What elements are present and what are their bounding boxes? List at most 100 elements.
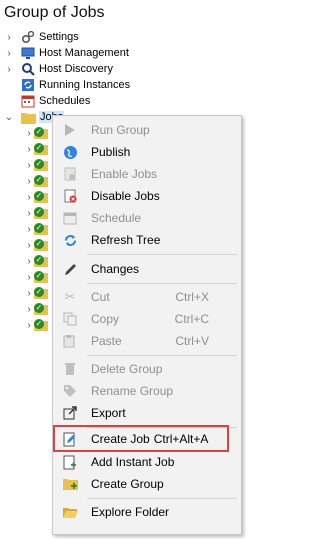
menu-item-label: Cut [91, 290, 110, 304]
chevron-right-icon[interactable]: › [24, 125, 34, 141]
menu-separator [87, 355, 237, 356]
job-folder-icon: ✓ [34, 287, 50, 299]
trash-icon [61, 360, 79, 378]
job-folder-icon: ✓ [34, 143, 50, 155]
calendar-icon [20, 93, 36, 109]
chevron-right-icon[interactable]: › [4, 61, 14, 77]
menu-item-label: Refresh Tree [91, 233, 161, 247]
job-row[interactable]: › ✓ [0, 253, 50, 269]
menu-item-run-group[interactable]: Run Group [53, 120, 241, 140]
magnifier-icon [20, 61, 36, 77]
chevron-right-icon[interactable]: › [24, 157, 34, 173]
job-row[interactable]: › ✓ [0, 269, 50, 285]
menu-item-explore-folder[interactable]: Explore Folder [53, 502, 241, 522]
job-folder-icon: ✓ [34, 319, 50, 331]
chevron-right-icon[interactable]: › [24, 317, 34, 333]
create-job-icon [61, 430, 79, 448]
chevron-right-icon[interactable]: › [24, 141, 34, 157]
menu-separator [87, 254, 237, 255]
menu-item-publish[interactable]: Publish [53, 142, 241, 162]
menu-item-create-job[interactable]: Create Job Ctrl+Alt+A [53, 429, 241, 449]
monitor-icon [20, 45, 36, 61]
menu-item-label: Enable Jobs [91, 167, 158, 181]
tree-item-label: Running Instances [39, 79, 131, 91]
menu-item-label: Explore Folder [91, 505, 170, 519]
menu-item-label: Paste [91, 334, 122, 348]
menu-item-cut[interactable]: ✂ Cut Ctrl+X [53, 287, 241, 307]
menu-item-export[interactable]: Export [53, 403, 241, 423]
chevron-right-icon[interactable]: › [24, 173, 34, 189]
job-row[interactable]: › ✓ [0, 285, 50, 301]
tree-item-settings[interactable]: › Settings [0, 29, 79, 45]
chevron-down-icon[interactable]: ⌄ [4, 109, 14, 125]
chevron-right-icon[interactable]: › [24, 285, 34, 301]
job-row[interactable]: › ✓ [0, 157, 50, 173]
job-row[interactable]: › ✓ [0, 205, 50, 221]
job-row[interactable]: › ✓ [0, 189, 50, 205]
menu-item-label: Export [91, 406, 126, 420]
menu-item-shortcut: Ctrl+C [174, 312, 209, 326]
menu-item-shortcut: Ctrl+X [175, 290, 209, 304]
copy-icon [61, 310, 79, 328]
menu-item-paste[interactable]: Paste Ctrl+V [53, 331, 241, 351]
chevron-right-icon[interactable]: › [24, 189, 34, 205]
refresh-icon [20, 77, 36, 93]
menu-separator [87, 498, 237, 499]
menu-item-label: Rename Group [91, 384, 174, 398]
job-folder-icon: ✓ [34, 127, 50, 139]
job-row[interactable]: › ✓ [0, 221, 50, 237]
chevron-right-icon[interactable]: › [24, 205, 34, 221]
tree-item-schedules[interactable]: Schedules [0, 93, 90, 109]
tree-item-label: Host Management [39, 47, 129, 59]
menu-item-label: Create Job [91, 432, 150, 446]
menu-separator [87, 283, 237, 284]
job-folder-icon: ✓ [34, 303, 50, 315]
job-row[interactable]: › ✓ [0, 237, 50, 253]
menu-item-copy[interactable]: Copy Ctrl+C [53, 309, 241, 329]
menu-item-rename-group[interactable]: Rename Group [53, 381, 241, 401]
tree-item-label: Settings [39, 31, 79, 43]
folder-open-icon [61, 503, 79, 521]
pencil-icon [61, 260, 79, 278]
play-icon [61, 121, 79, 139]
menu-item-refresh-tree[interactable]: Refresh Tree [53, 230, 241, 250]
menu-item-add-instant-job[interactable]: Add Instant Job [53, 452, 241, 472]
menu-item-create-group[interactable]: Create Group [53, 474, 241, 494]
tree-item-host-discovery[interactable]: › Host Discovery [0, 61, 113, 77]
menu-item-changes[interactable]: Changes [53, 259, 241, 279]
menu-item-schedule[interactable]: Schedule [53, 208, 241, 228]
job-row[interactable]: › ✓ [0, 141, 50, 157]
job-row[interactable]: › ✓ [0, 125, 50, 141]
menu-item-label: Copy [91, 312, 120, 326]
refresh-icon [61, 231, 79, 249]
chevron-right-icon[interactable]: › [4, 29, 14, 45]
chevron-right-icon[interactable]: › [24, 237, 34, 253]
menu-item-shortcut: Ctrl+V [175, 334, 209, 348]
chevron-right-icon[interactable]: › [4, 45, 14, 61]
menu-item-label: Create Group [91, 477, 164, 491]
chevron-right-icon[interactable]: › [24, 221, 34, 237]
menu-item-delete-group[interactable]: Delete Group [53, 359, 241, 379]
chevron-right-icon[interactable]: › [24, 253, 34, 269]
job-folder-icon: ✓ [34, 191, 50, 203]
menu-item-disable-jobs[interactable]: Disable Jobs [53, 186, 241, 206]
menu-item-label: Add Instant Job [91, 455, 175, 469]
job-row[interactable]: › ✓ [0, 301, 50, 317]
job-row[interactable]: › ✓ [0, 317, 50, 333]
scissors-icon: ✂ [64, 289, 76, 304]
tag-icon [61, 382, 79, 400]
tree-item-label: Host Discovery [39, 63, 113, 75]
tree-item-host-management[interactable]: › Host Management [0, 45, 129, 61]
enable-jobs-icon [61, 165, 79, 183]
folder-plus-icon [61, 475, 79, 493]
add-instant-job-icon [61, 453, 79, 471]
job-folder-icon: ✓ [34, 223, 50, 235]
chevron-right-icon[interactable]: › [24, 269, 34, 285]
menu-item-label: Run Group [91, 123, 150, 137]
tree-item-running-instances[interactable]: Running Instances [0, 77, 130, 93]
chevron-right-icon[interactable]: › [24, 301, 34, 317]
menu-item-label: Changes [91, 262, 140, 276]
job-row[interactable]: › ✓ [0, 173, 50, 189]
menu-item-enable-jobs[interactable]: Enable Jobs [53, 164, 241, 184]
